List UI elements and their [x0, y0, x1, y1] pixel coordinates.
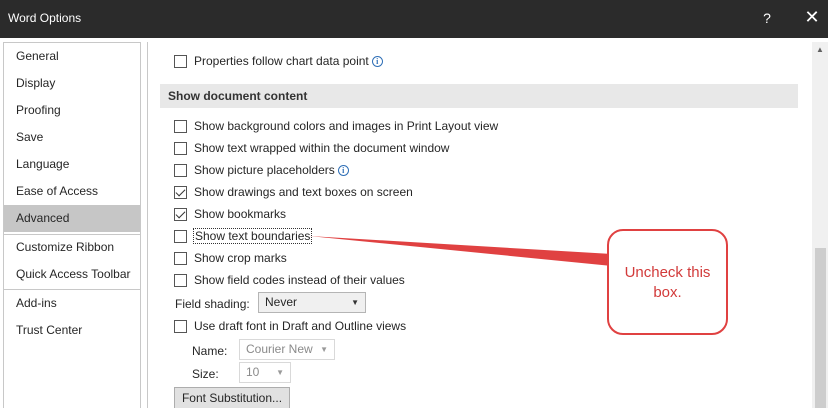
sidebar-item-customize-ribbon[interactable]: Customize Ribbon [4, 234, 140, 261]
checkbox[interactable] [174, 119, 187, 133]
sidebar-item-trust-center[interactable]: Trust Center [4, 317, 140, 344]
option-label: Show picture placeholders [194, 163, 335, 177]
draft-font-size-label: Size: [192, 367, 219, 381]
option-label: Show drawings and text boxes on screen [194, 185, 413, 199]
option-label: Show text boundaries [192, 228, 313, 244]
checkbox-checked[interactable] [174, 185, 187, 199]
sidebar-item-quick-access-toolbar[interactable]: Quick Access Toolbar [4, 261, 140, 288]
option-label: Use draft font in Draft and Outline view… [194, 319, 407, 333]
chevron-down-icon: ▼ [320, 345, 328, 354]
sidebar-item-proofing[interactable]: Proofing [4, 97, 140, 124]
option-label: Show bookmarks [194, 207, 287, 221]
info-icon: i [337, 164, 349, 176]
checkbox[interactable] [174, 273, 187, 287]
checkbox[interactable] [174, 251, 187, 265]
option-show-field-codes[interactable]: Show field codes instead of their values [174, 272, 405, 288]
draft-font-size-select[interactable]: 10 ▼ [239, 362, 291, 383]
window-title: Word Options [8, 11, 82, 25]
title-bar: Word Options ? ✕ [0, 0, 828, 38]
option-show-bookmarks[interactable]: Show bookmarks [174, 206, 286, 222]
chevron-down-icon: ▼ [351, 298, 359, 307]
info-icon: i [371, 55, 383, 67]
checkbox-checked[interactable] [174, 207, 187, 221]
chevron-down-icon: ▼ [276, 368, 284, 377]
checkbox[interactable] [174, 141, 187, 155]
option-label: Show crop marks [194, 251, 287, 265]
close-icon[interactable]: ✕ [803, 7, 821, 28]
sidebar-item-display[interactable]: Display [4, 70, 140, 97]
option-show-text-wrapped[interactable]: Show text wrapped within the document wi… [174, 140, 449, 156]
option-use-draft-font[interactable]: Use draft font in Draft and Outline view… [174, 318, 406, 334]
option-show-text-boundaries[interactable]: Show text boundaries [174, 228, 313, 244]
option-label: Show text wrapped within the document wi… [194, 141, 450, 155]
checkbox[interactable] [174, 54, 187, 68]
option-properties-follow-chart[interactable]: Properties follow chart data point i [174, 53, 383, 69]
sidebar-item-add-ins[interactable]: Add-ins [4, 290, 140, 317]
sidebar-item-general[interactable]: General [4, 43, 140, 70]
checkbox[interactable] [174, 229, 187, 243]
field-shading-label: Field shading: [175, 297, 250, 311]
draft-font-name-label: Name: [192, 344, 228, 358]
scroll-thumb[interactable] [815, 248, 826, 408]
callout-text-line-2: box. [653, 284, 682, 301]
scroll-up-icon[interactable]: ▲ [812, 42, 828, 58]
option-label: Show field codes instead of their values [194, 273, 405, 287]
help-icon[interactable]: ? [760, 10, 774, 26]
sidebar-item-save[interactable]: Save [4, 124, 140, 151]
draft-font-size-value: 10 [246, 365, 260, 379]
draft-font-name-select[interactable]: Courier New ▼ [239, 339, 335, 360]
content-scrollbar[interactable]: ▲ [812, 42, 828, 408]
sidebar-item-language[interactable]: Language [4, 151, 140, 178]
options-sidebar: General Display Proofing Save Language E… [3, 42, 141, 408]
option-show-crop-marks[interactable]: Show crop marks [174, 250, 287, 266]
section-header-show-document-content: Show document content [160, 84, 798, 108]
checkbox[interactable] [174, 319, 187, 333]
sidebar-item-ease-of-access[interactable]: Ease of Access [4, 178, 140, 205]
option-label: Show background colors and images in Pri… [194, 119, 499, 133]
advanced-options-panel: Properties follow chart data point i Sho… [148, 42, 812, 408]
field-shading-select[interactable]: Never ▼ [258, 292, 366, 313]
option-show-background-colors[interactable]: Show background colors and images in Pri… [174, 118, 498, 134]
checkbox[interactable] [174, 163, 187, 177]
annotation-callout: Uncheck this box. [607, 229, 728, 335]
sidebar-item-advanced[interactable]: Advanced [4, 205, 140, 232]
option-label: Properties follow chart data point [194, 54, 369, 68]
option-show-picture-placeholders[interactable]: Show picture placeholders i [174, 162, 349, 178]
field-shading-value: Never [265, 295, 298, 309]
callout-text-line-1: Uncheck this [624, 264, 711, 281]
option-show-drawings[interactable]: Show drawings and text boxes on screen [174, 184, 413, 200]
font-substitution-button[interactable]: Font Substitution... [174, 387, 290, 408]
draft-font-name-value: Courier New [246, 342, 313, 356]
